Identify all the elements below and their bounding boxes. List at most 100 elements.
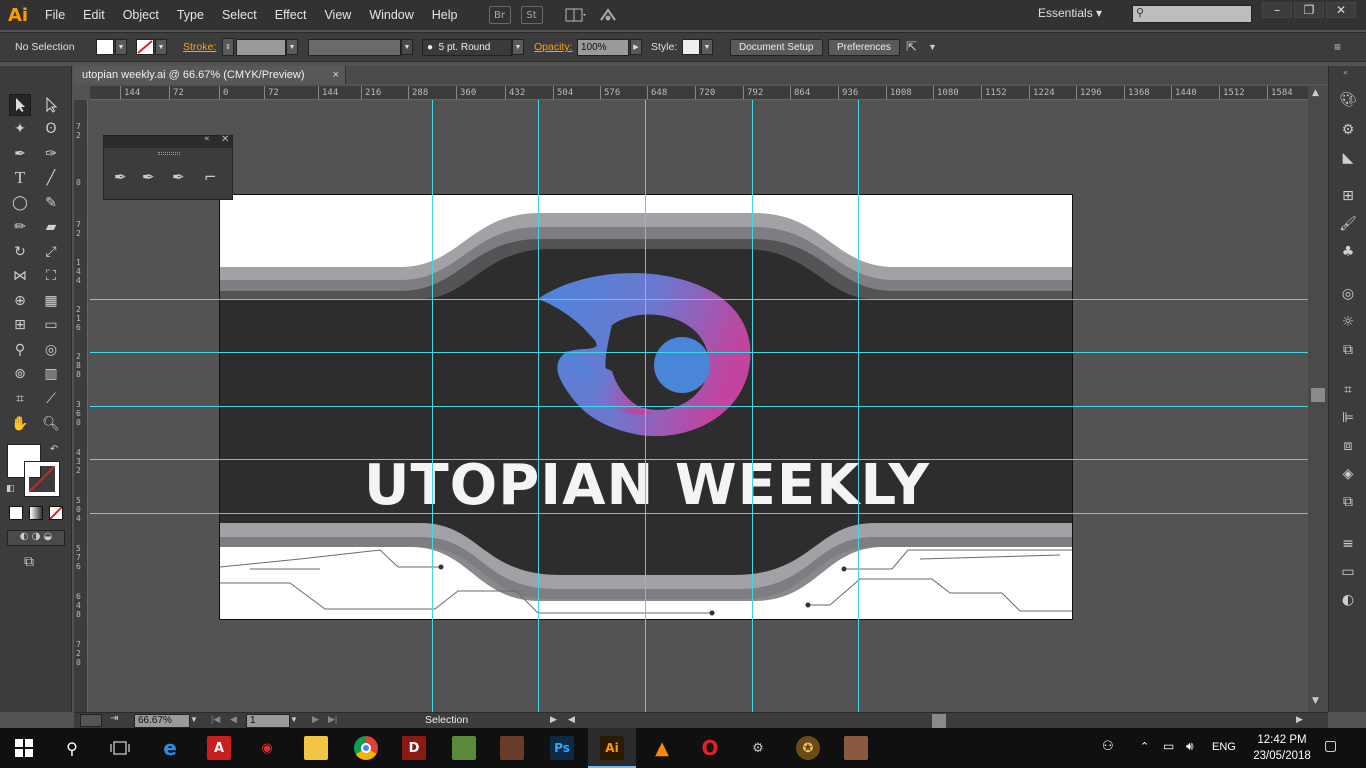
graphic-style-dropdown[interactable]: ▼ [701,39,713,55]
scroll-up-icon[interactable]: ▲ [1312,88,1319,98]
fill-swatch[interactable] [96,39,114,55]
drag-grip-icon[interactable] [158,152,180,155]
stroke-dropdown[interactable]: ▼ [155,39,167,55]
color-mode-button[interactable] [9,506,23,520]
paintbrush-tool-icon[interactable]: ✎ [40,192,62,214]
symbols-icon[interactable]: ♣ [1338,242,1358,262]
opacity-input[interactable]: 100% [577,38,629,56]
none-mode-button[interactable] [49,506,63,520]
stroke-panel-icon[interactable]: ◎ [1338,284,1358,304]
anchor-point-tool-icon[interactable]: ⌐ [204,168,217,186]
vertical-scrollbar[interactable]: ▲ ▼ [1308,86,1328,712]
fill-dropdown[interactable]: ▼ [115,39,127,55]
graphic-style-swatch[interactable] [682,39,700,55]
eyedropper-tool-icon[interactable]: ⚲ [9,339,31,361]
chrome-icon[interactable] [354,736,378,760]
vlc-icon[interactable]: ▲ [650,736,674,760]
game-icon[interactable] [500,736,524,760]
language-indicator[interactable]: ENG [1212,741,1236,753]
eraser-tool-icon[interactable]: ▰ [40,216,62,238]
shape-builder-tool-icon[interactable]: ⊕ [9,290,31,312]
slice-tool-icon[interactable]: ⟋ [40,388,62,410]
preferences-button[interactable]: Preferences [828,38,900,56]
drawing-modes-icon[interactable]: ◐ ◑ ◒ [7,530,65,546]
close-window-button[interactable]: ✕ [1326,2,1356,18]
stroke-weight-input[interactable] [236,38,286,56]
status-menu-arrow[interactable]: ▶ [550,714,557,725]
stroke-label[interactable]: Stroke: [183,41,216,53]
edge-browser-icon[interactable]: e [158,736,182,760]
game-launcher-icon[interactable]: ✪ [796,736,820,760]
zoom-tool-icon[interactable]: 🔍︎ [40,413,62,435]
pen-tool-icon[interactable]: ✒ [114,168,127,186]
lasso-tool-icon[interactable]: ʘ [40,118,62,140]
search-input[interactable]: ⚲ [1132,5,1252,23]
last-artboard-icon[interactable]: ▶| [328,714,337,725]
panel-menu-icon[interactable]: ≡ [1334,40,1341,54]
scroll-left-icon[interactable]: ◀ [568,714,575,725]
document-setup-button[interactable]: Document Setup [730,38,823,56]
appearance-icon[interactable]: ☼ [1338,312,1358,332]
selection-tool-icon[interactable] [9,94,31,116]
ellipse-tool-icon[interactable]: ◯ [9,192,31,214]
network-icon[interactable]: ▭ [1163,739,1174,753]
brushes-icon[interactable]: 🖌︎ [1338,214,1358,234]
menu-file[interactable]: File [36,8,74,22]
vertical-scroll-thumb[interactable] [1311,388,1325,402]
horizontal-guide[interactable] [90,352,1308,353]
app-icon[interactable]: ⚙ [746,736,770,760]
menu-window[interactable]: Window [360,8,422,22]
brush-dropdown[interactable]: ▼ [512,39,524,55]
file-explorer-icon[interactable] [304,736,328,760]
swatches-icon[interactable]: ◣ [1338,148,1358,168]
arrange-documents-icon[interactable] [565,6,587,24]
symbol-sprayer-tool-icon[interactable]: ⊚ [9,363,31,385]
menu-select[interactable]: Select [213,8,266,22]
transparency-icon[interactable]: ◐ [1338,590,1358,610]
gradient-tool-icon[interactable]: ▭ [40,314,62,336]
system-clock[interactable]: 12:42 PM 23/05/2018 [1244,732,1320,764]
blend-tool-icon[interactable]: ◎ [40,339,62,361]
menu-type[interactable]: Type [168,8,213,22]
magic-wand-tool-icon[interactable]: ✦ [9,118,31,140]
close-panel-icon[interactable]: ✕ [221,134,229,145]
windows-start-icon[interactable] [12,736,36,760]
stroke-weight-icon[interactable]: ≡ [1338,534,1358,554]
artboards-icon[interactable]: ⧉ [1338,492,1358,512]
pencil-tool-icon[interactable]: ✏ [9,216,31,238]
horizontal-scroll-thumb[interactable] [932,714,946,728]
color-panel-icon[interactable]: 🎨︎ [1338,90,1358,110]
delete-anchor-point-icon[interactable]: ✒ [172,168,185,186]
gpu-performance-icon[interactable] [597,6,619,24]
artboard-dropdown[interactable]: ▼ [290,715,298,724]
stroke-swatch[interactable] [136,39,154,55]
graph-tool-icon[interactable]: ▥ [40,363,62,385]
gradient-mode-button[interactable] [29,506,43,520]
stroke-weight-stepper[interactable]: ⇕ [222,38,234,56]
swatches-grid-icon[interactable]: ⊞ [1338,186,1358,206]
prev-artboard-icon[interactable]: ◀ [230,714,237,725]
workspace-switcher[interactable]: Essentials ▾ [1038,6,1102,20]
illustrator-icon[interactable]: Ai [600,736,624,760]
brush-definition[interactable]: ● 5 pt. Round [422,38,512,56]
scroll-down-icon[interactable]: ▼ [1312,696,1319,706]
color-guide-icon[interactable]: ⚙ [1338,120,1358,140]
screen-recorder-icon[interactable]: ◉ [255,736,279,760]
minecraft-icon[interactable] [452,736,476,760]
volume-icon[interactable]: 🔊︎ [1186,739,1194,754]
task-view-icon[interactable] [108,736,132,760]
type-tool-icon[interactable]: T [9,167,31,189]
stock-button[interactable]: St [520,6,543,24]
horizontal-guide[interactable] [90,406,1308,407]
opacity-label[interactable]: Opacity: [534,41,573,53]
panel-title-bar[interactable]: « ✕ [104,134,232,148]
artboard-nav-icon[interactable] [80,714,102,727]
variable-width-profile[interactable] [308,38,401,56]
gradient-panel-icon[interactable]: ▭ [1338,562,1358,582]
default-colors-icon[interactable]: ◧ [6,484,15,494]
add-anchor-point-icon[interactable]: ✒ [142,168,155,186]
horizontal-guide[interactable] [90,513,1308,514]
menu-help[interactable]: Help [423,8,467,22]
align-panel-icon[interactable]: ⊫ [1338,408,1358,428]
pen-tool-icon[interactable]: ✒ [9,143,31,165]
